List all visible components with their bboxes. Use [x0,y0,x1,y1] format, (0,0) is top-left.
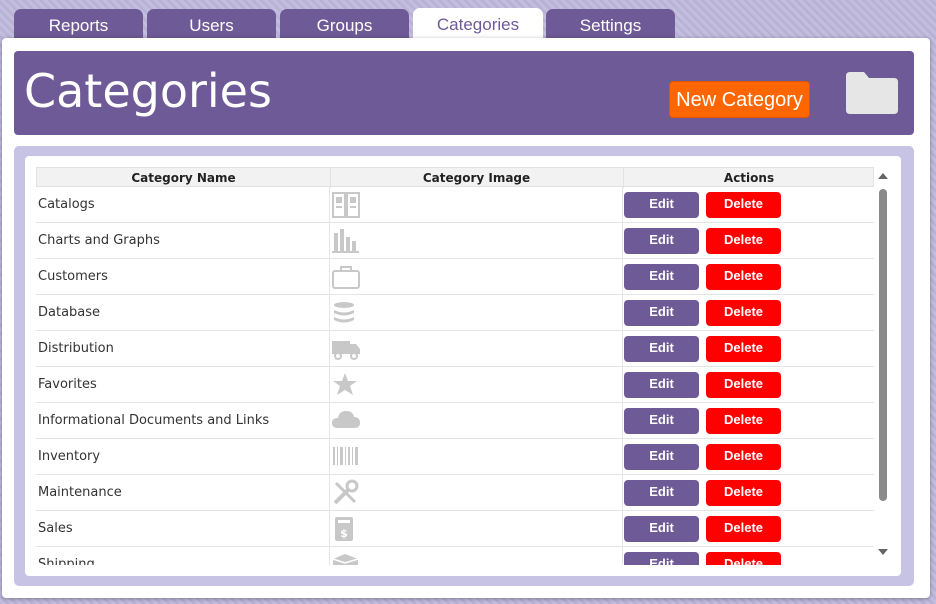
category-name: Maintenance [38,485,122,500]
column-divider [622,295,623,331]
category-name: Favorites [38,377,97,392]
barcode-icon [331,443,361,471]
column-divider [622,475,623,511]
category-name: Sales [38,521,73,536]
catalog-icon [331,191,361,219]
edit-button[interactable]: Edit [624,300,699,326]
table-row: Informational Documents and Links Edit D… [36,403,874,439]
column-divider [622,187,623,223]
briefcase-icon [331,263,361,291]
scroll-down-arrow-icon[interactable] [878,549,888,555]
delete-button[interactable]: Delete [706,228,781,254]
receipt-icon: $ [331,515,361,543]
column-divider [329,475,330,511]
table-row: Inventory Edit Delete [36,439,874,475]
database-icon [331,299,361,327]
column-divider [329,331,330,367]
table-row: Customers Edit Delete [36,259,874,295]
edit-button[interactable]: Edit [624,228,699,254]
column-divider [329,547,330,565]
delete-button[interactable]: Delete [706,192,781,218]
bar-chart-icon [331,227,361,255]
delete-button[interactable]: Delete [706,552,781,565]
table-row: Charts and Graphs Edit Delete [36,223,874,259]
edit-button[interactable]: Edit [624,480,699,506]
scrollbar-thumb[interactable] [879,189,887,501]
column-divider [622,331,623,367]
table-container: Category Name Category Image Actions Cat… [25,156,901,576]
delete-button[interactable]: Delete [706,516,781,542]
tab-users[interactable]: Users [147,9,276,40]
column-divider [622,439,623,475]
edit-button[interactable]: Edit [624,516,699,542]
table-row: Database Edit Delete [36,295,874,331]
delete-button[interactable]: Delete [706,480,781,506]
delete-button[interactable]: Delete [706,372,781,398]
edit-button[interactable]: Edit [624,444,699,470]
new-category-button[interactable]: New Category [669,81,810,118]
category-name: Catalogs [38,197,95,212]
column-divider [329,367,330,403]
edit-button[interactable]: Edit [624,264,699,290]
tab-reports[interactable]: Reports [14,9,143,40]
delete-button[interactable]: Delete [706,336,781,362]
table-row: Favorites Edit Delete [36,367,874,403]
category-name: Distribution [38,341,114,356]
edit-button[interactable]: Edit [624,552,699,565]
box-icon [331,551,361,565]
category-name: Inventory [38,449,101,464]
delete-button[interactable]: Delete [706,408,781,434]
category-name: Database [38,305,101,320]
scroll-up-arrow-icon[interactable] [878,173,888,179]
column-divider [329,223,330,259]
column-divider [622,259,623,295]
content-area: Category Name Category Image Actions Cat… [14,146,914,586]
table-row: Catalogs Edit Delete [36,187,874,223]
category-name: Informational Documents and Links [38,413,270,428]
column-divider [622,547,623,565]
column-header-image[interactable]: Category Image [330,168,624,188]
delete-button[interactable]: Delete [706,264,781,290]
table-row: Sales $ Edit Delete [36,511,874,547]
folder-icon[interactable] [844,70,900,120]
page-header: Categories New Category [14,51,914,135]
category-name: Charts and Graphs [38,233,160,248]
column-header-name[interactable]: Category Name [37,168,331,188]
vertical-scrollbar[interactable] [876,167,890,565]
edit-button[interactable]: Edit [624,372,699,398]
tools-icon [331,479,361,507]
category-name: Customers [38,269,108,284]
star-icon [331,371,361,399]
table-row: Shipping Edit Delete [36,547,874,565]
table-row: Distribution Edit Delete [36,331,874,367]
tab-groups[interactable]: Groups [280,9,409,40]
edit-button[interactable]: Edit [624,336,699,362]
column-divider [622,367,623,403]
column-divider [329,259,330,295]
table-header: Category Name Category Image Actions [36,167,874,188]
column-divider [329,403,330,439]
edit-button[interactable]: Edit [624,192,699,218]
delete-button[interactable]: Delete [706,444,781,470]
cloud-icon [331,407,361,435]
column-header-actions: Actions [723,171,775,185]
page-title: Categories [24,64,272,118]
truck-icon [331,335,361,363]
column-divider [622,403,623,439]
svg-text:$: $ [340,527,348,540]
column-divider [329,187,330,223]
column-divider [329,439,330,475]
column-divider [329,295,330,331]
column-divider [622,511,623,547]
column-divider [622,223,623,259]
delete-button[interactable]: Delete [706,300,781,326]
categories-table: Category Name Category Image Actions Cat… [36,167,874,565]
table-row: Maintenance Edit Delete [36,475,874,511]
column-divider [329,511,330,547]
category-name: Shipping [38,557,95,565]
tab-categories[interactable]: Categories [413,8,543,41]
tab-settings[interactable]: Settings [546,9,675,40]
edit-button[interactable]: Edit [624,408,699,434]
